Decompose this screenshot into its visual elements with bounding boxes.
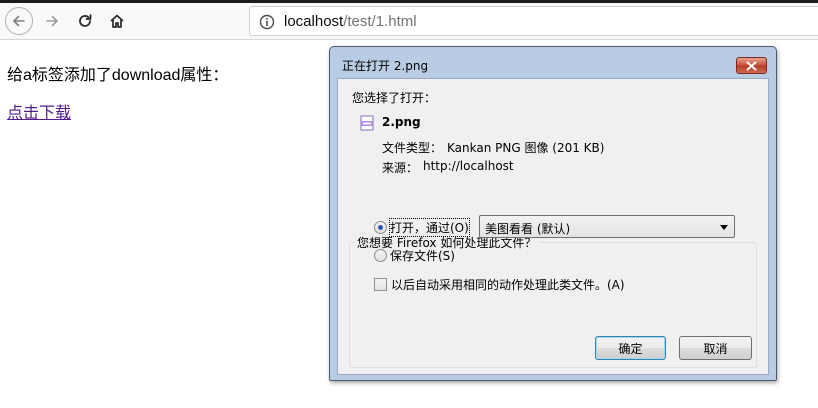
close-x-icon	[746, 61, 757, 70]
chevron-down-icon	[720, 225, 728, 230]
info-icon[interactable]	[259, 14, 275, 30]
source-label: 来源：	[382, 161, 419, 175]
save-file-radio[interactable]	[374, 249, 387, 262]
open-with-select[interactable]: 美图看看 (默认)	[479, 215, 735, 238]
ok-button[interactable]: 确定	[595, 336, 666, 360]
reload-button[interactable]	[71, 7, 99, 35]
source-value: http://localhost	[423, 159, 514, 173]
url-host: localhost	[284, 13, 344, 30]
page-description: 给a标签添加了download属性：	[7, 67, 229, 84]
url-text: localhost/test/1.html	[284, 13, 417, 30]
reload-icon	[79, 14, 92, 27]
save-file-label[interactable]: 保存文件(S)	[390, 247, 455, 264]
file-type-value: Kankan PNG 图像 (201 KB)	[447, 141, 605, 155]
dialog-title: 正在打开 2.png	[342, 59, 429, 73]
png-file-icon	[360, 115, 374, 131]
auto-action-label[interactable]: 以后自动采用相同的动作处理此类文件。(A)	[391, 276, 625, 293]
url-path: /test/1.html	[343, 13, 417, 30]
file-type-label: 文件类型：	[382, 141, 443, 155]
open-file-dialog: 正在打开 2.png 您选择了打开： 2.png 文件类型： Kankan PN…	[329, 46, 777, 381]
back-button[interactable]	[5, 7, 33, 35]
home-button[interactable]	[103, 7, 131, 35]
open-with-selected: 美图看看 (默认)	[485, 222, 571, 236]
home-icon	[110, 14, 124, 28]
open-with-radio[interactable]	[374, 221, 387, 234]
browser-toolbar: localhost/test/1.html	[0, 3, 818, 40]
filename: 2.png	[382, 115, 421, 129]
url-bar[interactable]: localhost/test/1.html	[249, 6, 818, 36]
dialog-close-button[interactable]	[736, 57, 767, 74]
back-arrow-icon	[13, 15, 25, 27]
dialog-body: 您选择了打开： 2.png 文件类型： Kankan PNG 图像 (201 K…	[337, 78, 769, 375]
auto-action-checkbox[interactable]	[374, 278, 387, 291]
download-link[interactable]: 点击下载	[7, 99, 71, 123]
forward-arrow-icon	[46, 15, 58, 27]
cancel-button[interactable]: 取消	[679, 336, 752, 360]
open-with-label[interactable]: 打开，通过(O)	[389, 218, 470, 237]
you-chose-label: 您选择了打开：	[352, 91, 437, 105]
forward-button[interactable]	[38, 7, 66, 35]
